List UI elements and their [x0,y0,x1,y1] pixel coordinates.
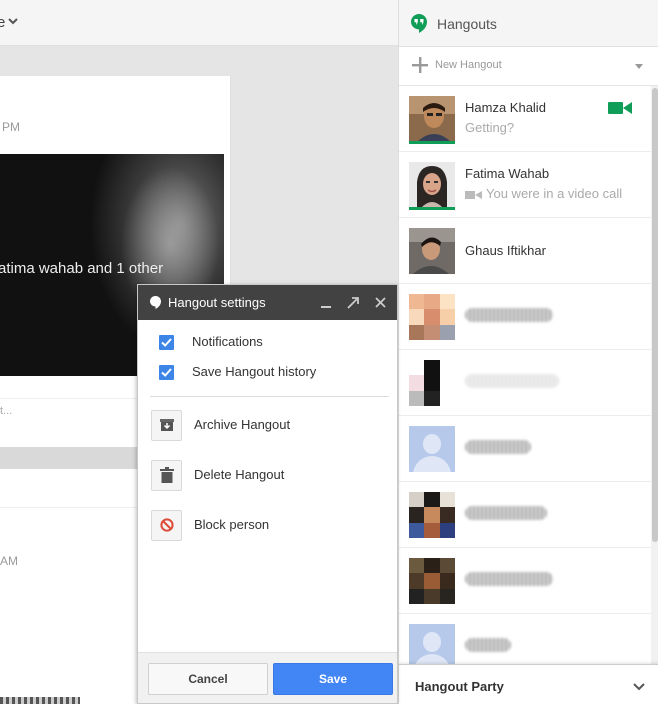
hangouts-header: Hangouts [399,0,658,46]
hangouts-logo-icon [411,14,427,33]
redacted-contact-name [465,638,511,652]
online-indicator [409,207,455,210]
post-timestamp-2: AM [0,554,18,568]
save-history-checkbox[interactable] [159,365,174,380]
default-avatar-icon [409,426,455,472]
minimize-icon[interactable] [321,298,331,308]
checkmark-icon [161,338,172,347]
hangout-party-bar[interactable]: Hangout Party [399,664,658,704]
avatar [409,558,455,604]
contact-status: Getting? [465,120,515,135]
default-avatar-icon [409,624,455,664]
avatar [409,492,455,538]
checkmark-icon [161,368,172,377]
contact-item[interactable] [399,416,651,482]
dropdown-caret-icon[interactable] [635,64,643,69]
scrollbar-thumb[interactable] [652,88,658,542]
post-image-edge [0,697,80,704]
cancel-button[interactable]: Cancel [148,663,268,695]
top-bar-fragment: e [0,14,6,31]
contact-item[interactable]: Hamza Khalid Getting? [399,86,651,152]
delete-button[interactable] [151,460,182,491]
contact-item[interactable] [399,350,651,416]
pixelated-avatar [409,294,455,340]
hangout-party-label: Hangout Party [415,679,504,694]
chevron-down-icon[interactable] [8,16,18,26]
notifications-label: Notifications [192,334,263,349]
pixelated-avatar [409,360,455,406]
contact-item[interactable]: Fatima Wahab You were in a video call [399,152,651,218]
hangouts-bubble-icon [150,296,161,309]
contact-name: Fatima Wahab [465,166,550,181]
video-camera-icon[interactable] [608,101,632,115]
redacted-contact-name [465,506,547,520]
avatar [409,228,455,274]
chevron-down-icon[interactable] [633,681,645,691]
archive-button[interactable] [151,410,182,441]
stream-gap [0,447,138,469]
block-icon [160,518,174,532]
archive-hangout-label: Archive Hangout [194,417,291,432]
contact-item[interactable] [399,284,651,350]
redacted-contact-name [465,572,553,586]
hangouts-panel: Hangouts New Hangout Hamza Khalid Gettin… [398,0,658,704]
redacted-contact-name [465,308,553,322]
pixelated-avatar [409,492,455,538]
contact-item[interactable] [399,614,651,664]
contact-name: Ghaus Iftikhar [465,243,546,258]
top-bar: e [0,0,398,46]
avatar [409,162,455,208]
save-history-option[interactable]: Save Hangout history [138,357,397,387]
contact-item[interactable] [399,482,651,548]
contact-status: You were in a video call [486,186,623,201]
hangout-settings-dialog: Hangout settings Notifications Save Hang… [137,284,398,704]
close-icon[interactable] [375,297,386,308]
archive-hangout-action[interactable]: Archive Hangout [138,404,397,448]
dialog-header[interactable]: Hangout settings [138,285,397,320]
contact-list: Hamza Khalid Getting? Fatima Wahab You w… [399,86,651,664]
video-camera-icon [465,190,482,199]
comment-placeholder: t... [0,405,13,417]
photo-caption: atima wahab and 1 other [0,260,164,277]
save-history-label: Save Hangout history [192,364,317,379]
notifications-option[interactable]: Notifications [138,327,397,357]
avatar [409,294,455,340]
new-hangout-button[interactable]: New Hangout [399,46,658,86]
save-button[interactable]: Save [273,663,393,695]
plus-icon [412,57,428,73]
dialog-divider [150,396,389,397]
redacted-contact-name [465,374,559,388]
block-button[interactable] [151,510,182,541]
avatar [409,426,455,472]
post-timestamp: PM [2,120,20,134]
avatar [409,96,455,142]
pop-out-icon[interactable] [347,297,359,309]
avatar [409,624,455,664]
contact-name: Hamza Khalid [465,100,546,115]
trash-icon [160,467,174,483]
contact-item[interactable]: Ghaus Iftikhar [399,218,651,284]
notifications-checkbox[interactable] [159,335,174,350]
new-hangout-label: New Hangout [435,59,502,71]
redacted-contact-name [465,440,531,454]
avatar [409,360,455,406]
online-indicator [409,141,455,144]
pixelated-avatar [409,558,455,604]
block-person-label: Block person [194,517,270,532]
archive-icon [160,419,174,431]
block-person-action[interactable]: Block person [138,504,397,548]
hangouts-title: Hangouts [437,16,497,32]
post-divider [0,507,138,508]
dialog-title: Hangout settings [168,295,266,310]
contact-item[interactable] [399,548,651,614]
contact-status-row: You were in a video call [465,186,622,201]
stream-post-2: AM [0,469,138,704]
dialog-footer: Cancel Save [138,652,397,703]
delete-hangout-label: Delete Hangout [194,467,285,482]
delete-hangout-action[interactable]: Delete Hangout [138,454,397,498]
